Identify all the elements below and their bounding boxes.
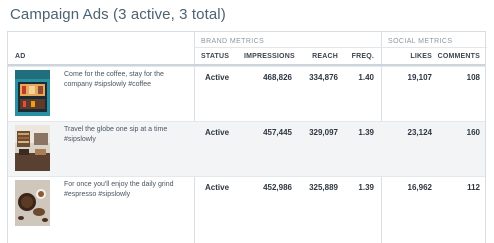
impressions-value: 452,986 [263,183,292,192]
ad-caption: Travel the globe one sip at a time #sips… [64,126,168,143]
likes-value: 23,124 [407,128,432,137]
reach-value: 329,097 [309,128,338,137]
reach-value: 334,876 [309,73,338,82]
freq-value: 1.39 [358,128,374,137]
group-rule-brand [194,47,381,48]
table-row[interactable]: For once you'll enjoy the daily grind #e… [8,176,485,232]
coffee-beans-photo-icon [15,180,50,226]
campaign-ads-table: BRAND METRICS SOCIAL METRICS AD STATUS I… [7,31,487,243]
column-header-likes[interactable]: LIKES [402,53,432,60]
impressions-value: 457,445 [263,128,292,137]
status-value: Active [205,73,230,82]
ad-thumbnail-storefront[interactable] [15,70,50,116]
storefront-photo-icon [15,70,50,116]
comments-value: 108 [466,73,480,82]
group-label-brand-metrics: BRAND METRICS [201,38,265,45]
ad-thumbnail-cafe-interior[interactable] [15,125,50,171]
freq-value: 1.40 [358,73,374,82]
table-row[interactable]: Travel the globe one sip at a time #sips… [8,121,485,177]
reach-value: 325,889 [309,183,338,192]
group-rule-social [381,47,487,48]
comments-value: 160 [466,128,480,137]
table-row[interactable]: Come for the coffee, stay for the compan… [8,66,485,122]
ad-caption: For once you'll enjoy the daily grind #e… [64,181,174,198]
freq-value: 1.39 [358,183,374,192]
impressions-value: 468,826 [263,73,292,82]
group-label-social-metrics: SOCIAL METRICS [388,38,453,45]
cafe-interior-photo-icon [15,125,50,171]
likes-value: 16,962 [407,183,432,192]
status-value: Active [205,183,230,192]
comments-value: 112 [467,183,480,192]
column-header-ad[interactable]: AD [15,53,26,60]
column-header-reach[interactable]: REACH [298,53,338,60]
page-title: Campaign Ads (3 active, 3 total) [10,6,226,23]
column-header-impressions[interactable]: IMPRESSIONS [244,53,295,60]
likes-value: 19,107 [407,73,432,82]
column-header-comments[interactable]: COMMENTS [434,53,480,60]
column-header-status[interactable]: STATUS [201,53,229,60]
ad-thumbnail-coffee-beans[interactable] [15,180,50,226]
ad-caption: Come for the coffee, stay for the compan… [64,71,164,88]
status-value: Active [205,128,230,137]
column-header-freq[interactable]: FREQ. [346,53,374,60]
